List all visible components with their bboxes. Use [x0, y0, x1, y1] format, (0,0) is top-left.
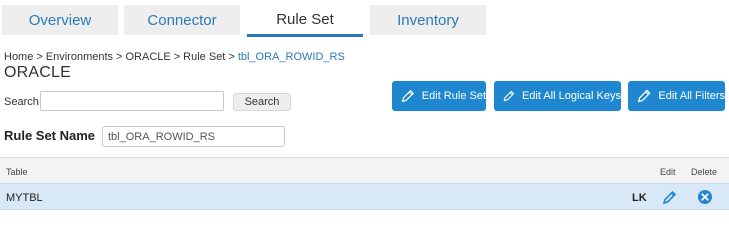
pencil-icon[interactable] — [662, 189, 678, 205]
edit-all-filters-label: Edit All Filters — [658, 90, 725, 102]
page-title: ORACLE — [4, 64, 71, 81]
table-header: Table Edit Delete — [0, 157, 729, 183]
column-header-table: Table — [6, 167, 28, 177]
tab-overview[interactable]: Overview — [2, 5, 118, 35]
rule-set-name-label: Rule Set Name — [4, 128, 96, 143]
breadcrumb-separator: > — [228, 51, 235, 63]
table-row[interactable]: MYTBL LK — [0, 183, 729, 210]
breadcrumb-oracle[interactable]: ORACLE — [125, 51, 170, 63]
rule-set-name-field[interactable] — [102, 126, 285, 147]
close-circle-icon[interactable] — [697, 189, 713, 205]
breadcrumb-rule-set[interactable]: Rule Set — [183, 51, 225, 63]
pencil-icon — [503, 90, 515, 102]
edit-all-logical-keys-button[interactable]: Edit All Logical Keys — [494, 81, 621, 111]
logical-key-badge: LK — [632, 192, 647, 204]
search-input[interactable] — [40, 91, 224, 111]
search-button[interactable]: Search — [233, 93, 291, 111]
edit-rule-set-button[interactable]: Edit Rule Set — [392, 81, 486, 111]
breadcrumb-separator: > — [116, 51, 123, 63]
pencil-icon — [637, 89, 651, 103]
column-header-edit: Edit — [660, 167, 676, 177]
edit-all-filters-button[interactable]: Edit All Filters — [628, 81, 725, 111]
breadcrumb-environments[interactable]: Environments — [46, 51, 113, 63]
tab-rule-set[interactable]: Rule Set — [247, 5, 363, 37]
breadcrumb: Home > Environments > ORACLE > Rule Set > tbl_OR… — [4, 51, 345, 63]
tab-bar: Overview Connector Rule Set Inventory — [0, 0, 729, 38]
breadcrumb-separator: > — [36, 51, 43, 63]
column-header-delete: Delete — [691, 167, 718, 177]
pencil-icon — [401, 89, 415, 103]
tab-inventory[interactable]: Inventory — [370, 5, 486, 35]
edit-rule-set-label: Edit Rule Set — [421, 90, 486, 102]
edit-all-logical-keys-label: Edit All Logical Keys — [521, 90, 621, 102]
tab-connector[interactable]: Connector — [124, 5, 240, 35]
breadcrumb-current[interactable]: tbl_ORA_ROWID_RS — [238, 51, 345, 63]
page: Overview Connector Rule Set Inventory Ho… — [0, 0, 729, 212]
breadcrumb-home[interactable]: Home — [4, 51, 33, 63]
breadcrumb-separator: > — [173, 51, 181, 63]
table-name-cell[interactable]: MYTBL — [6, 192, 43, 204]
search-label: Search — [4, 96, 39, 108]
